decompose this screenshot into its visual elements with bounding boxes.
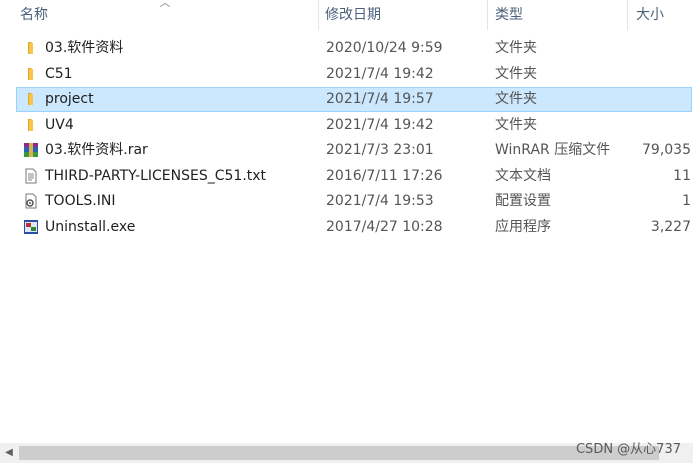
- folder-icon: [23, 40, 39, 56]
- scrollbar-thumb[interactable]: [19, 446, 659, 460]
- file-type: 应用程序: [495, 218, 551, 235]
- file-name: project: [45, 91, 94, 107]
- file-modified-date: 2021/7/4 19:42: [326, 116, 434, 133]
- file-size: 1: [682, 193, 691, 209]
- file-name: TOOLS.INI: [45, 193, 116, 209]
- file-size: 79,035: [642, 142, 691, 158]
- column-header-bar: 名称 ︿ 修改日期 类型 大小: [0, 0, 693, 30]
- file-name: C51: [45, 65, 73, 82]
- file-name: UV4: [45, 116, 74, 133]
- column-header-date[interactable]: 修改日期: [325, 0, 381, 30]
- file-row[interactable]: THIRD-PARTY-LICENSES_C51.txt 2016/7/11 17…: [16, 164, 692, 189]
- file-name: THIRD-PARTY-LICENSES_C51.txt: [45, 167, 267, 184]
- folder-icon: [23, 91, 39, 107]
- file-modified-date: 2021/7/4 19:53: [326, 193, 434, 209]
- file-row[interactable]: Uninstall.exe 2017/4/27 10:28 应用程序 3,227: [16, 215, 692, 240]
- file-type: 文本文档: [495, 167, 551, 184]
- file-modified-date: 2017/4/27 10:28: [326, 218, 443, 235]
- file-modified-date: 2021/7/3 23:01: [326, 142, 434, 158]
- file-row[interactable]: UV4 2021/7/4 19:42 文件夹: [16, 113, 692, 138]
- folder-icon: [23, 117, 39, 133]
- sort-ascending-icon: ︿: [159, 0, 171, 9]
- column-header-size[interactable]: 大小: [636, 0, 664, 30]
- file-name: 03.软件资料: [45, 40, 124, 56]
- column-divider[interactable]: [627, 0, 628, 30]
- scroll-left-arrow-icon[interactable]: ◀: [0, 443, 18, 463]
- file-type: 文件夹: [495, 91, 537, 107]
- file-size: [621, 37, 691, 60]
- file-name: Uninstall.exe: [45, 218, 136, 235]
- column-header-type[interactable]: 类型: [495, 0, 523, 30]
- file-modified-date: 2016/7/11 17:26: [326, 167, 443, 184]
- column-divider[interactable]: [487, 0, 488, 30]
- winrar-archive-icon: [23, 142, 39, 158]
- folder-icon: [23, 66, 39, 82]
- file-row[interactable]: C51 2021/7/4 19:42 文件夹: [16, 62, 692, 87]
- file-size: 3,227: [650, 218, 691, 235]
- file-row[interactable]: TOOLS.INI 2021/7/4 19:53 配置设置 1: [16, 189, 692, 214]
- file-type: 文件夹: [495, 116, 537, 133]
- column-header-name[interactable]: 名称: [20, 0, 48, 30]
- watermark: CSDN @从心737: [575, 442, 681, 457]
- ini-config-icon: [23, 193, 39, 209]
- text-document-icon: [23, 168, 39, 184]
- application-exe-icon: [23, 219, 39, 235]
- column-divider[interactable]: [318, 0, 319, 30]
- file-size: [621, 88, 691, 111]
- file-row[interactable]: project 2021/7/4 19:57 文件夹: [16, 87, 692, 112]
- file-type: 文件夹: [495, 65, 537, 82]
- file-modified-date: 2021/7/4 19:42: [326, 65, 434, 82]
- file-modified-date: 2021/7/4 19:57: [326, 91, 434, 107]
- file-size: [621, 114, 691, 137]
- file-type: 文件夹: [495, 40, 537, 56]
- file-row[interactable]: 03.软件资料 2020/10/24 9:59 文件夹: [16, 36, 692, 61]
- file-size: 11: [673, 167, 691, 184]
- file-type: WinRAR 压缩文件: [495, 142, 611, 158]
- file-modified-date: 2020/10/24 9:59: [326, 40, 443, 56]
- file-size: [621, 63, 691, 86]
- file-row[interactable]: 03.软件资料.rar 2021/7/3 23:01 WinRAR 压缩文件 79,0…: [16, 138, 692, 163]
- file-type: 配置设置: [495, 193, 551, 209]
- file-name: 03.软件资料.rar: [45, 142, 148, 158]
